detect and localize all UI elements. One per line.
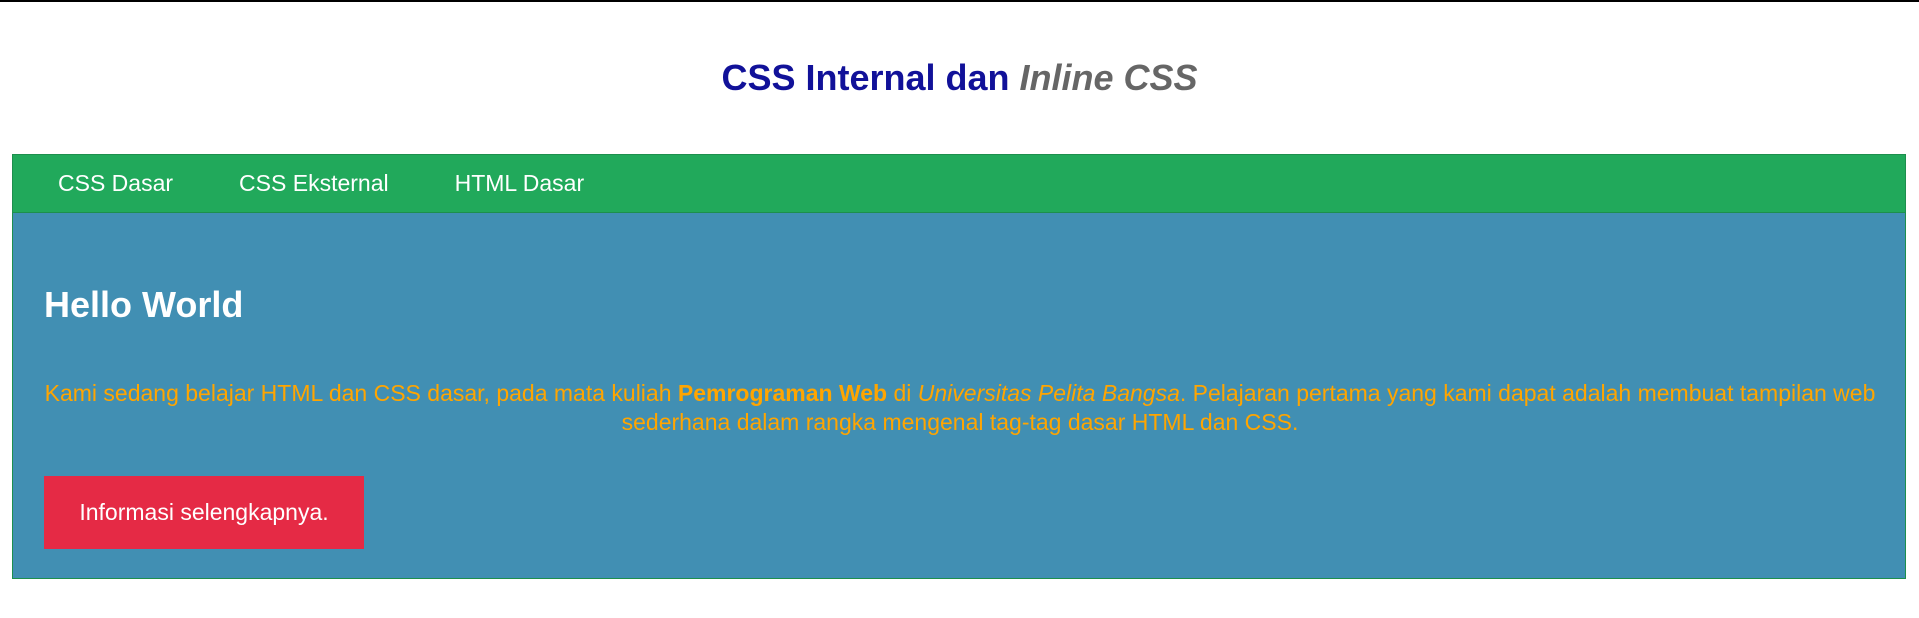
- intro-text-part1: Kami sedang belajar HTML dan CSS dasar, …: [44, 380, 678, 406]
- navbar: CSS Dasar CSS Eksternal HTML Dasar: [12, 154, 1906, 213]
- more-info-button[interactable]: Informasi selengkapnya.: [44, 476, 364, 549]
- content-heading: Hello World: [44, 284, 244, 325]
- intro-text-part2: di: [887, 380, 918, 406]
- page-title: CSS Internal dan Inline CSS: [0, 50, 1919, 106]
- content-section: Hello World Kami sedang belajar HTML dan…: [12, 213, 1906, 579]
- page-title-italic: Inline CSS: [1019, 57, 1198, 98]
- nav-link-css-dasar[interactable]: CSS Dasar: [58, 170, 173, 197]
- intro-paragraph: Kami sedang belajar HTML dan CSS dasar, …: [23, 379, 1897, 437]
- intro-italic-university: Universitas Pelita Bangsa: [917, 380, 1180, 406]
- nav-link-html-dasar[interactable]: HTML Dasar: [455, 170, 585, 197]
- nav-link-css-eksternal[interactable]: CSS Eksternal: [239, 170, 389, 197]
- page-title-main: CSS Internal dan: [721, 57, 1020, 98]
- top-border-line: [0, 0, 1919, 2]
- intro-bold-course: Pemrograman Web: [677, 380, 888, 406]
